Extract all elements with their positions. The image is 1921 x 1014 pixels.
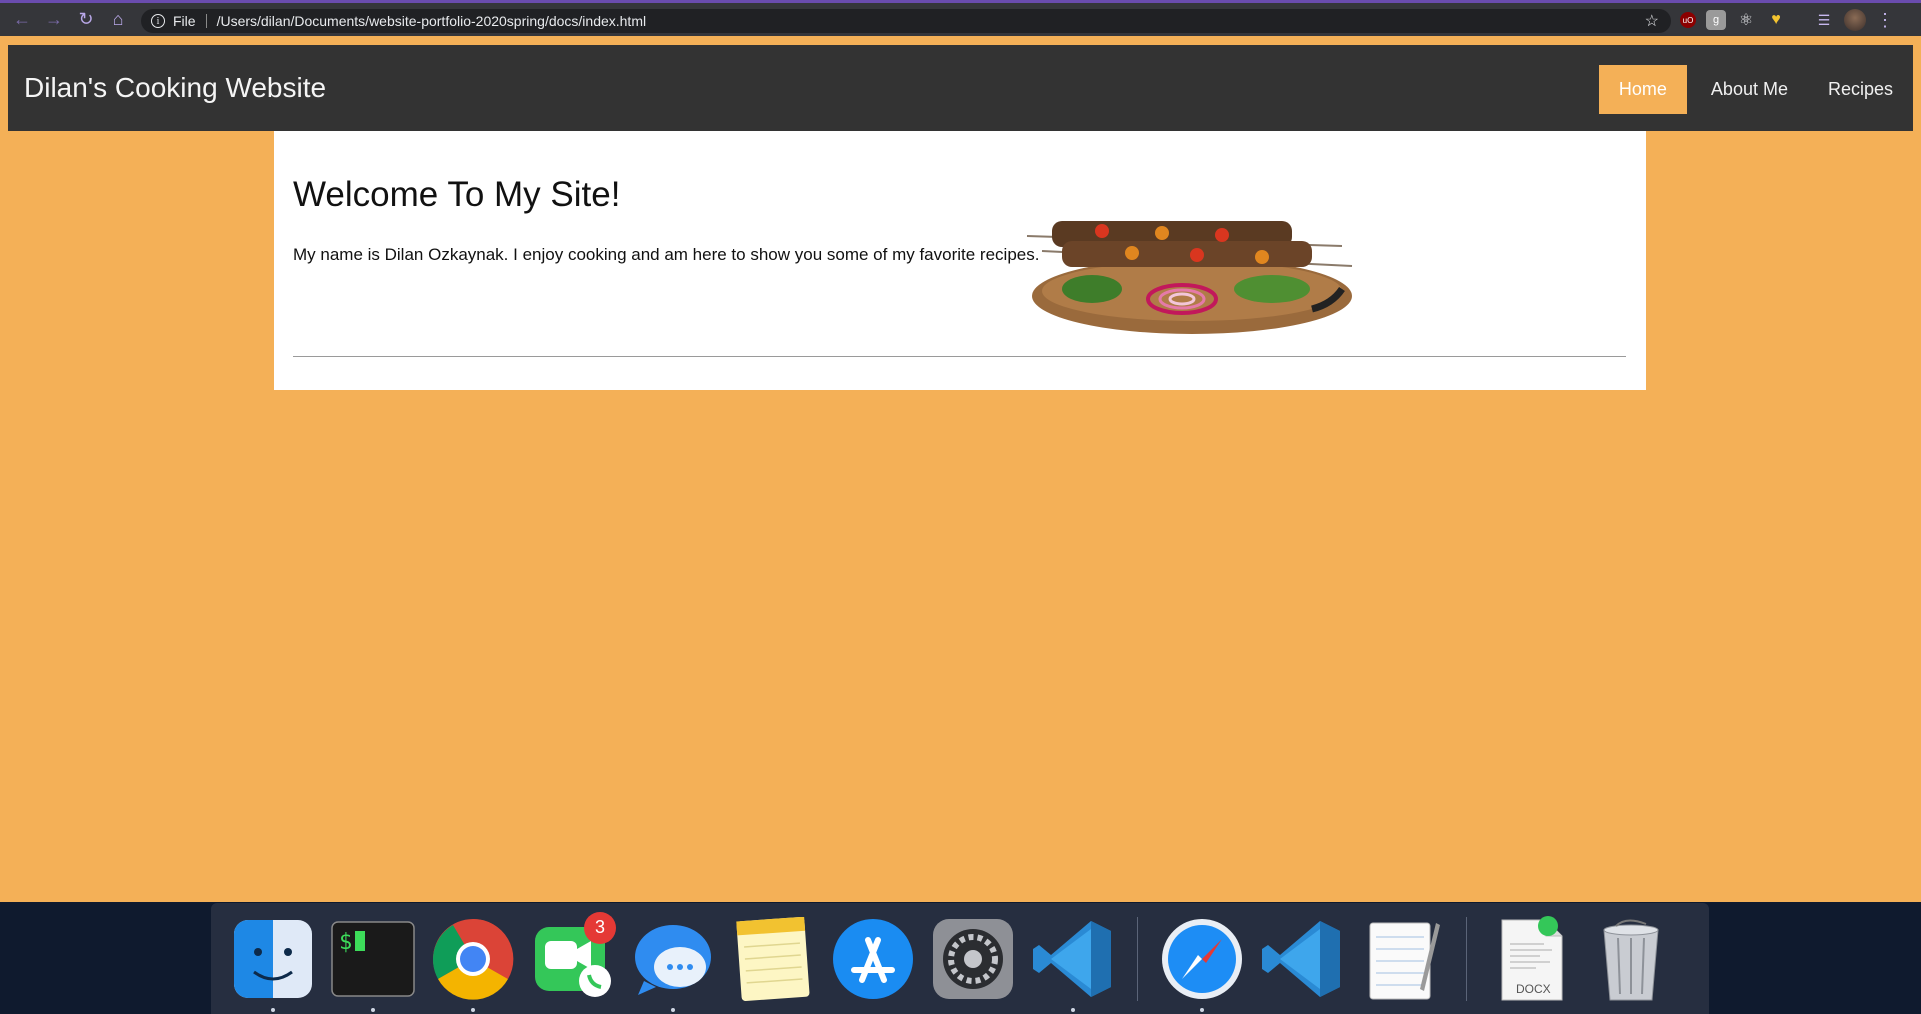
welcome-heading: Welcome To My Site! bbox=[293, 175, 621, 214]
home-icon[interactable]: ⌂ bbox=[102, 4, 134, 36]
main-content: Welcome To My Site! My name is Dilan Ozk… bbox=[274, 131, 1646, 390]
vscode-icon[interactable] bbox=[1030, 916, 1116, 1012]
site-navbar: Dilan's Cooking Website Home About Me Re… bbox=[8, 45, 1913, 131]
facetime-icon[interactable]: 3 bbox=[530, 911, 616, 1002]
back-icon[interactable]: ← bbox=[6, 4, 38, 36]
svg-text:$: $ bbox=[339, 930, 352, 955]
nav-links: Home About Me Recipes bbox=[1598, 65, 1913, 114]
messages-icon[interactable] bbox=[630, 916, 716, 1012]
safari-icon[interactable] bbox=[1159, 916, 1245, 1012]
menu-icon[interactable]: ⋮ bbox=[1876, 10, 1894, 31]
dock-separator-2 bbox=[1466, 916, 1467, 1001]
intro-text: My name is Dilan Ozkaynak. I enjoy cooki… bbox=[293, 245, 1040, 264]
textedit-icon[interactable] bbox=[1359, 916, 1445, 1002]
content-divider bbox=[293, 356, 1626, 357]
notes-icon[interactable] bbox=[730, 916, 816, 1002]
app-store-icon[interactable] bbox=[830, 916, 916, 1002]
forward-icon[interactable]: → bbox=[38, 4, 70, 36]
nav-about-me[interactable]: About Me bbox=[1691, 65, 1808, 114]
address-bar[interactable]: i File /Users/dilan/Documents/website-po… bbox=[141, 9, 1671, 33]
info-icon[interactable]: i bbox=[151, 14, 165, 28]
url-scheme: File bbox=[173, 13, 196, 29]
bookmark-star-icon[interactable]: ☆ bbox=[1645, 11, 1659, 31]
extensions-area: uO g ⚛ ♥ ☰ ⋮ bbox=[1680, 9, 1894, 31]
heart-extension-icon[interactable]: ♥ bbox=[1766, 10, 1786, 30]
dock-separator bbox=[1137, 916, 1138, 1001]
nav-home[interactable]: Home bbox=[1598, 65, 1687, 114]
grammarly-icon[interactable]: g bbox=[1706, 10, 1726, 30]
macos-dock: $ 3 DOCX bbox=[211, 903, 1709, 1014]
terminal-icon[interactable]: $ bbox=[330, 916, 416, 1012]
docx-label: DOCX bbox=[1516, 981, 1551, 996]
browser-toolbar: ← → ↻ ⌂ i File /Users/dilan/Documents/we… bbox=[0, 0, 1921, 36]
kebab-platter-image bbox=[1026, 221, 1353, 334]
page-body: Dilan's Cooking Website Home About Me Re… bbox=[0, 36, 1921, 902]
reload-icon[interactable]: ↻ bbox=[70, 4, 102, 36]
url-text[interactable]: /Users/dilan/Documents/website-portfolio… bbox=[217, 13, 647, 29]
reading-list-icon[interactable]: ☰ bbox=[1814, 10, 1834, 30]
notification-badge: 3 bbox=[584, 911, 616, 944]
profile-avatar[interactable] bbox=[1844, 9, 1866, 31]
nav-recipes[interactable]: Recipes bbox=[1808, 65, 1913, 114]
site-brand[interactable]: Dilan's Cooking Website bbox=[24, 72, 326, 104]
system-preferences-icon[interactable] bbox=[930, 916, 1016, 1002]
finder-icon[interactable] bbox=[230, 916, 316, 1012]
chrome-icon[interactable] bbox=[430, 916, 516, 1012]
docx-file-icon[interactable]: DOCX bbox=[1488, 915, 1574, 1002]
vscode-insiders-icon[interactable] bbox=[1259, 916, 1345, 1002]
react-devtools-icon[interactable]: ⚛ bbox=[1736, 10, 1756, 30]
trash-icon[interactable] bbox=[1588, 916, 1674, 1002]
ublock-icon[interactable]: uO bbox=[1680, 12, 1696, 28]
